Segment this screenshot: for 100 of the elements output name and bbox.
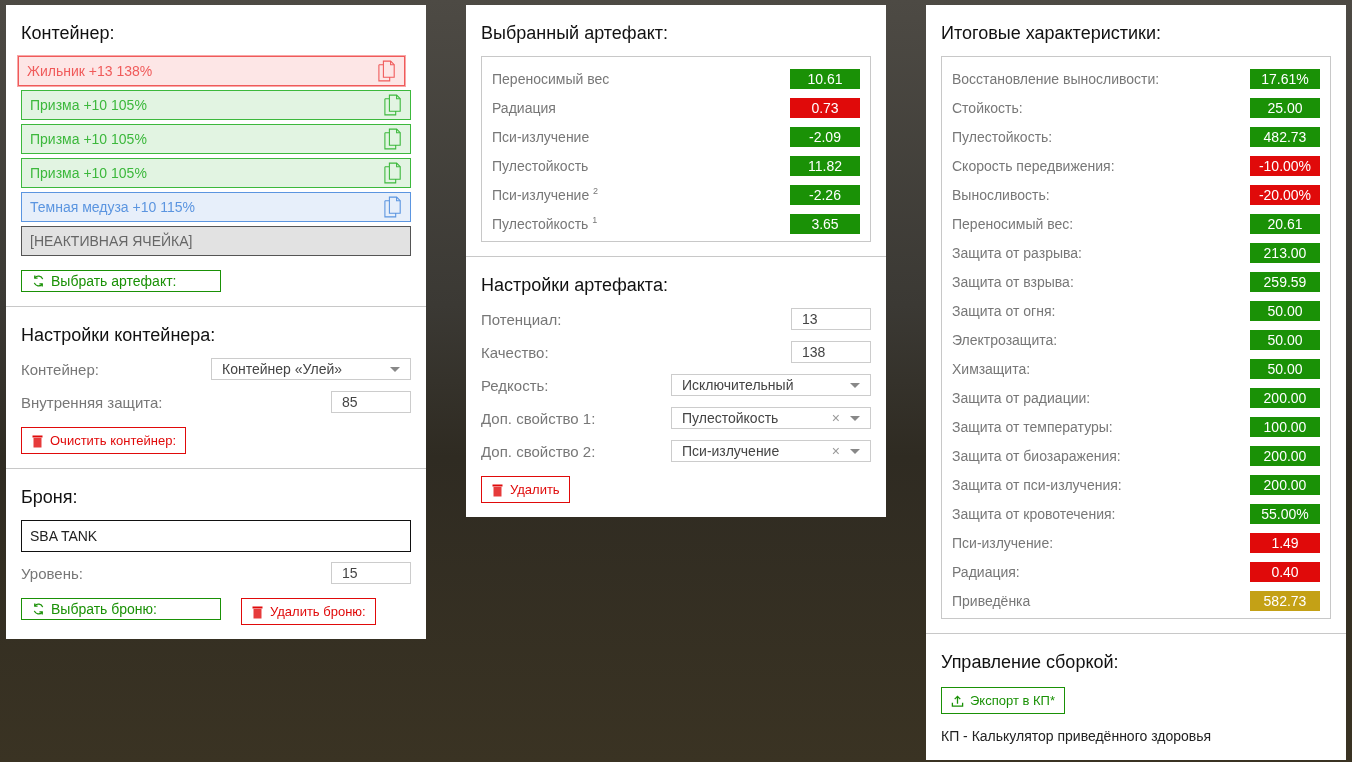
caret-icon bbox=[850, 415, 860, 421]
number-field[interactable]: 15 bbox=[331, 562, 411, 584]
stat-label: Пси-излучение bbox=[492, 128, 590, 145]
copy-icon[interactable] bbox=[384, 128, 402, 150]
stat-value: 55.00% bbox=[1250, 503, 1320, 524]
trash-icon bbox=[491, 482, 504, 497]
field-label: Контейнер: bbox=[21, 360, 99, 378]
number-field[interactable]: 85 bbox=[331, 391, 411, 413]
stat-label: Радиация: bbox=[952, 563, 1020, 580]
stat-value: -10.00% bbox=[1250, 155, 1320, 176]
stat-label: Переносимый вес: bbox=[952, 215, 1074, 232]
stat-label: Защита от огня: bbox=[952, 302, 1056, 319]
field-label: Редкость: bbox=[481, 376, 549, 394]
stat-value: 200.00 bbox=[1250, 474, 1320, 495]
stat-label: Защита от радиации: bbox=[952, 389, 1091, 406]
stat-label: Пулестойкость $^{1}$ bbox=[492, 215, 598, 232]
stat-value: -2.09 bbox=[790, 126, 860, 147]
stat-value: 582.73 bbox=[1250, 590, 1320, 611]
field-label: Потенциал: bbox=[481, 310, 562, 328]
stat-value: 482.73 bbox=[1250, 126, 1320, 147]
caret-icon bbox=[850, 382, 860, 388]
section-title: Выбранный артефакт: bbox=[481, 23, 669, 44]
stat-label: Переносимый вес bbox=[492, 70, 610, 87]
section-title: Итоговые характеристики: bbox=[941, 23, 1162, 44]
stat-value: 0.40 bbox=[1250, 561, 1320, 582]
refresh-icon bbox=[32, 274, 45, 288]
dropdown[interactable]: Пси-излучение × bbox=[671, 440, 871, 462]
stat-value: 50.00 bbox=[1250, 300, 1320, 321]
footnote-text: КП - Калькулятор приведённого здоровья bbox=[941, 728, 1213, 744]
copy-icon[interactable] bbox=[384, 94, 402, 116]
artifact-slot[interactable]: Жильник +13 138% bbox=[18, 56, 405, 86]
copy-icon[interactable] bbox=[378, 60, 396, 82]
stat-value: 213.00 bbox=[1250, 242, 1320, 263]
clear-icon[interactable]: × bbox=[831, 410, 840, 426]
stat-label: Пулестойкость bbox=[492, 157, 589, 174]
clear-icon[interactable]: × bbox=[831, 443, 840, 459]
caret-icon bbox=[850, 448, 860, 454]
dropdown[interactable]: Исключительный bbox=[671, 374, 871, 396]
upload-icon bbox=[951, 693, 964, 708]
field-label: Качество: bbox=[481, 343, 549, 361]
trash-icon bbox=[31, 433, 44, 448]
stat-label: Защита от разрыва: bbox=[952, 244, 1082, 261]
number-field[interactable]: 13 bbox=[791, 308, 871, 330]
copy-icon[interactable] bbox=[384, 162, 402, 184]
delete-button[interactable]: Очистить контейнер: bbox=[21, 427, 186, 454]
stat-value: 0.73 bbox=[790, 97, 860, 118]
dropdown[interactable]: Контейнер «Улей» bbox=[211, 358, 411, 380]
armor-name-field[interactable]: SBA TANK bbox=[21, 520, 411, 552]
stat-value: 200.00 bbox=[1250, 445, 1320, 466]
dropdown[interactable]: Пулестойкость × bbox=[671, 407, 871, 429]
stat-label: Химзащита: bbox=[952, 360, 1031, 377]
delete-button[interactable]: Удалить броню: bbox=[241, 598, 376, 625]
copy-icon[interactable] bbox=[384, 196, 402, 218]
stat-label: Приведёнка bbox=[952, 592, 1031, 609]
section-title: Управление сборкой: bbox=[941, 652, 1120, 673]
trash-icon bbox=[251, 604, 264, 619]
refresh-icon bbox=[32, 602, 45, 616]
stat-value: 17.61% bbox=[1250, 68, 1320, 89]
stat-value: 3.65 bbox=[790, 213, 860, 234]
section-title: Броня: bbox=[21, 487, 79, 508]
stat-label: Защита от температуры: bbox=[952, 418, 1113, 435]
delete-button[interactable]: Удалить bbox=[481, 476, 570, 503]
stat-label: Стойкость: bbox=[952, 99, 1023, 116]
section-title: Настройки артефакта: bbox=[481, 275, 669, 296]
stat-label: Защита от пси-излучения: bbox=[952, 476, 1122, 493]
select-button[interactable]: Выбрать броню: bbox=[21, 598, 221, 620]
export-button[interactable]: Экспорт в КП* bbox=[941, 687, 1065, 714]
section-title: Контейнер: bbox=[21, 23, 116, 44]
stat-label: Выносливость: bbox=[952, 186, 1050, 203]
stat-label: Пси-излучение: bbox=[952, 534, 1054, 551]
stat-value: 11.82 bbox=[790, 155, 860, 176]
stat-value: 10.61 bbox=[790, 68, 860, 89]
stat-label: Защита от взрыва: bbox=[952, 273, 1074, 290]
field-label: Доп. свойство 2: bbox=[481, 442, 596, 460]
stat-value: -2.26 bbox=[790, 184, 860, 205]
stat-label: Электрозащита: bbox=[952, 331, 1058, 348]
stat-value: -20.00% bbox=[1250, 184, 1320, 205]
stat-value: 50.00 bbox=[1250, 358, 1320, 379]
field-label: Уровень: bbox=[21, 564, 83, 582]
stat-value: 259.59 bbox=[1250, 271, 1320, 292]
stat-value: 100.00 bbox=[1250, 416, 1320, 437]
stat-label: Скорость передвижения: bbox=[952, 157, 1115, 174]
number-field[interactable]: 138 bbox=[791, 341, 871, 363]
field-label: Внутренняя защита: bbox=[21, 393, 163, 411]
stat-value: 200.00 bbox=[1250, 387, 1320, 408]
stat-value: 20.61 bbox=[1250, 213, 1320, 234]
stat-label: Защита от биозаражения: bbox=[952, 447, 1121, 464]
stat-label: Восстановление выносливости: bbox=[952, 70, 1160, 87]
stat-label: Радиация bbox=[492, 99, 556, 116]
artifact-slot[interactable]: Темная медуза +10 115% bbox=[21, 192, 411, 222]
stat-label: Защита от кровотечения: bbox=[952, 505, 1116, 522]
stat-label: Пулестойкость: bbox=[952, 128, 1053, 145]
section-title: Настройки контейнера: bbox=[21, 325, 217, 346]
caret-icon bbox=[390, 366, 400, 372]
select-button[interactable]: Выбрать артефакт: bbox=[21, 270, 221, 292]
stat-value: 50.00 bbox=[1250, 329, 1320, 350]
stat-value: 25.00 bbox=[1250, 97, 1320, 118]
field-label: Доп. свойство 1: bbox=[481, 409, 596, 427]
stat-label: Пси-излучение $^{2}$ bbox=[492, 186, 599, 203]
stat-value: 1.49 bbox=[1250, 532, 1320, 553]
